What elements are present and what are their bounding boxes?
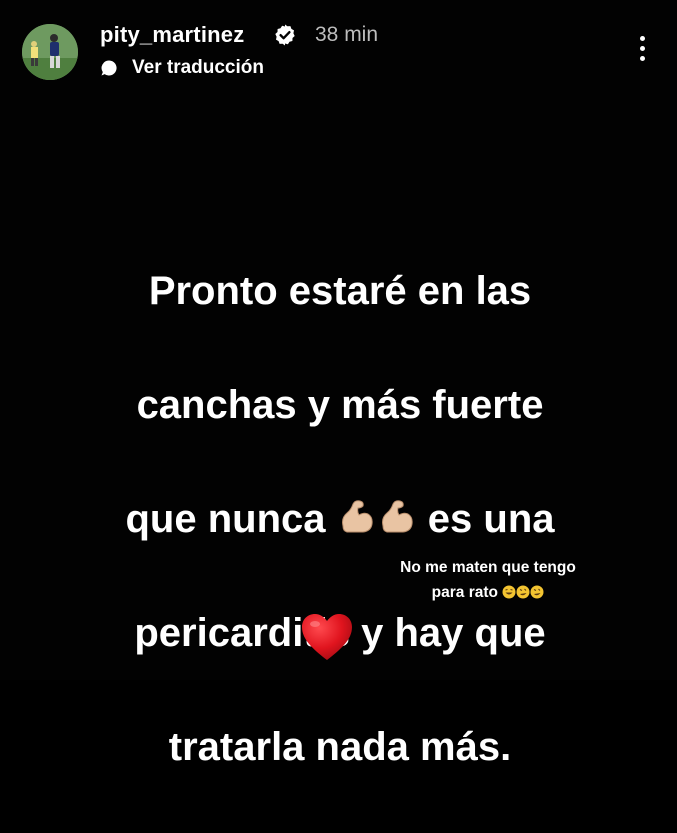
see-translation-button[interactable]: Ver traducción [100,56,264,80]
caption-line-with-emoji: para rato [368,580,608,605]
main-text-line: canchas y más fuerte [136,383,544,427]
story-viewer: pity_martinez 38 min Ver traducción Pron… [0,0,677,769]
username[interactable]: pity_martinez [100,22,244,48]
main-text-segment: que nunca [125,497,326,541]
verified-badge-icon [275,24,295,46]
main-text-line: Pronto estaré en las [148,269,532,313]
more-options-icon[interactable] [637,36,647,66]
flexed-biceps-emoji-icon [381,500,413,533]
caption-segment: para rato [431,584,499,601]
see-translation-label: Ver traducción [132,57,264,78]
flexed-biceps-emoji-icon [341,500,373,533]
translate-bubble-icon [101,60,117,76]
main-text-line-with-emoji: que nunca es una [40,491,640,548]
main-text-segment: es una [427,497,555,541]
avatar-photo [22,24,78,80]
avatar[interactable] [22,24,78,80]
red-heart-icon [302,614,352,660]
story-header: pity_martinez 38 min Ver traducción [22,22,657,82]
rolling-laughing-emoji-icon [530,585,544,599]
story-caption-text: No me maten que tengo para rato [368,555,608,605]
story-main-text: Pronto estaré en las canchas y más fuert… [40,206,640,833]
post-time: 38 min [315,23,379,46]
rolling-laughing-emoji-icon [516,585,530,599]
main-text-line: tratarla nada más. [168,725,512,769]
laughing-emoji-icon [502,585,516,599]
caption-line: No me maten que tengo [400,559,576,576]
